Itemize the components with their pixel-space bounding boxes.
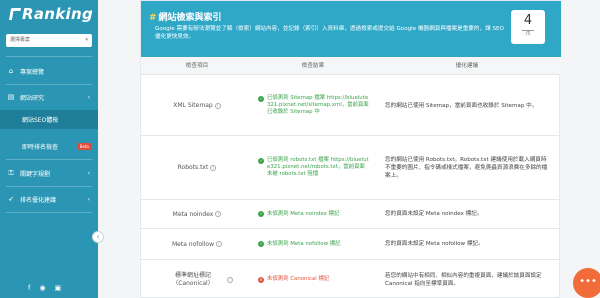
check-icon: ✓ [258,157,264,164]
row-result: ✓ 已偵測到 robots.txt 檔案 https://bluelute321.… [258,157,369,177]
row-advice: 若您的網站中有相同、相似內容的重複頁面，建議於該頁面設定 Canonical 指… [385,272,542,287]
beta-badge: Beta [76,143,92,150]
row-item: Meta nofollow i [141,229,253,259]
sidebar-item-label: 即時排名檢查 [22,144,59,151]
info-icon[interactable]: i [215,241,222,247]
table-row: XML Sitemap i ✓ 已偵測到 Sitemap 檔案 https://bl… [141,76,561,136]
row-result: ✓ 未偵測到 Meta nofollow 標記 [258,240,341,247]
row-advice: 您的網站已使用 Robots.txt。Robots.txt 建議使用於載入網頁時… [385,156,548,179]
info-icon[interactable]: i [210,164,217,171]
chevron-left-icon: ‹ [96,233,100,241]
hash-icon: # [149,13,157,23]
chevron-down-icon: ▾ [85,37,88,43]
chevron-left-icon: ‹ [87,93,90,101]
row-item: XML Sitemap i [141,76,253,135]
cross-icon: ✕ [258,276,264,283]
sidebar-item-label: 排名優化建議 [20,196,57,204]
table-header: 檢查項目 檢查結果 優化建議 [141,57,561,75]
row-advice: 您的頁面未設定 Meta noindex 標記。 [385,211,483,217]
chart-icon: ▤ [7,93,15,101]
keyword-icon: ⚿ [8,168,14,177]
section-title: # 網站檢索與索引 [149,13,222,23]
logo-text: Ranking [22,5,93,23]
row-advice: 您的網站已使用 Sitemap，當前頁面也收錄於 Sitemap 中。 [385,102,538,109]
table-row: Meta nofollow i ✓ 未偵測到 Meta nofollow 標記 您的… [141,229,561,260]
chat-icon[interactable]: ▣ [55,284,62,292]
row-advice: 您的頁面未設定 Meta nofollow 標記。 [385,241,484,247]
line-icon[interactable]: ◉ [39,284,45,292]
sidebar-item-overview[interactable]: ⌂ 專案總覽 [0,60,98,82]
chevron-left-icon: ‹ [87,169,90,177]
logo-mark-icon [8,8,22,20]
column-header-result: 檢查結果 [301,63,325,69]
table-row: Robots.txt i ✓ 已偵測到 robots.txt 檔案 https://… [141,136,561,200]
sidebar-item-site-research[interactable]: ▤ 網站研究 ‹ [0,86,98,108]
info-icon[interactable]: i [227,276,233,283]
score-value: 4 [523,13,533,28]
sidebar-divider [6,84,92,85]
score-box: 4 /5 [511,10,545,44]
home-icon: ⌂ [8,67,14,75]
score-total: /5 [522,30,534,37]
sidebar-item-ranking-tips[interactable]: ➶ 排名優化建議 ‹ [0,188,98,210]
sidebar: Ranking 選擇專案 ▾ ⌂ 專案總覽 ▤ 網站研究 ‹ 網站SEO體檢 即… [0,0,98,298]
project-select-label: 選擇專案 [10,37,31,43]
more-actions-button[interactable]: ••• [573,268,600,298]
sidebar-item-label: 關鍵字規劃 [20,170,51,178]
social-links: f ◉ ▣ [28,284,61,292]
row-item: 標準網址標記（Canonical） i [141,260,253,298]
table-row: Meta noindex i ✓ 未偵測到 Meta noindex 標記 您的頁面… [141,200,561,229]
sidebar-divider [6,212,92,213]
collapse-sidebar-button[interactable]: ‹ [92,231,104,243]
column-header-item: 檢查項目 [185,63,209,69]
sidebar-item-label: 網站SEO體檢 [22,117,59,124]
chevron-left-icon: ‹ [87,195,90,203]
table-row: 標準網址標記（Canonical） i ✕ 未偵測到 Canonical 標記 若您… [141,260,561,298]
check-icon: ✓ [258,241,264,247]
column-header-advice: 優化建議 [455,63,479,69]
info-icon[interactable]: i [215,211,222,217]
sidebar-item-rank-check[interactable]: 即時排名檢查 Beta [0,137,98,156]
sidebar-divider [6,186,92,187]
more-icon: ••• [579,276,597,287]
check-icon: ✓ [258,211,264,217]
check-icon: ✓ [258,95,264,102]
row-item: Meta noindex i [141,200,253,228]
row-result: ✓ 未偵測到 Meta noindex 標記 [258,210,340,217]
row-item: Robots.txt i [141,136,253,199]
sidebar-divider [6,56,92,57]
info-icon[interactable]: i [214,102,221,109]
sidebar-item-label: 專案總覽 [20,68,45,76]
sidebar-divider [6,159,92,160]
rocket-icon: ➶ [8,195,14,203]
section-description: Google 需要有辦法瀏覽並了解（檢索）網站內容，並記錄（索引）入資料庫，透過… [155,26,504,40]
row-result: ✕ 未偵測到 Canonical 標記 [258,276,330,283]
sidebar-item-label: 網站研究 [20,94,45,102]
section-header: # 網站檢索與索引 Google 需要有辦法瀏覽並了解（檢索）網站內容，並記錄（索… [141,1,561,57]
logo[interactable]: Ranking [8,5,93,23]
sidebar-item-keyword-planning[interactable]: ⚿ 關鍵字規劃 ‹ [0,162,98,184]
sidebar-item-seo-checkup[interactable]: 網站SEO體檢 [0,110,98,129]
indexing-section-card: # 網站檢索與索引 Google 需要有辦法瀏覽並了解（檢索）網站內容，並記錄（索… [140,0,561,298]
facebook-icon[interactable]: f [28,284,30,292]
row-result: ✓ 已偵測到 Sitemap 檔案 https://bluelute321.pix… [258,95,369,115]
project-select[interactable]: 選擇專案 ▾ [6,34,92,47]
